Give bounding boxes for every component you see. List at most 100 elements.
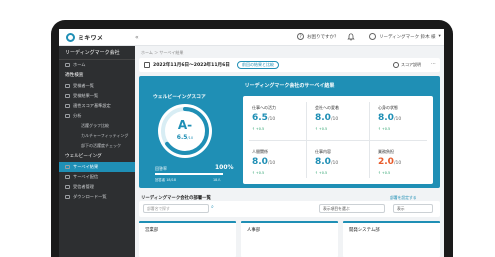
compare-button[interactable]: 前回の結果と比較 [237, 61, 279, 69]
calendar-icon [144, 62, 150, 68]
answer-rate-value: 100% [215, 164, 234, 171]
sidebar-item-label: 受信者管理 [73, 184, 94, 189]
score-card-label: 仕事への活力 [252, 105, 276, 110]
download-icon [65, 195, 70, 199]
score-card-workload[interactable]: 業務負担 2.0/10 ↑ +0.5 [369, 140, 432, 184]
sidebar-item-label: ホーム [73, 62, 86, 67]
score-card-value: 8.0/10 [315, 113, 339, 123]
home-icon [65, 63, 70, 67]
top-bar: ミキワメ « ? お困りですか？ リーディングマーク 鈴木 様 ▾ [59, 29, 444, 46]
department-name: 人事部 [247, 228, 261, 233]
breadcrumb: ホーム ＞ サーベイ結果 [141, 50, 184, 55]
answer-count-label: 回答者 18/18 [155, 178, 177, 182]
department-card[interactable]: 人事部 [241, 221, 338, 257]
help-button[interactable]: ? お困りですか？ [297, 33, 339, 40]
app-screen: ミキワメ « ? お困りですか？ リーディングマーク 鈴木 様 ▾ リーディング… [59, 29, 444, 257]
sidebar: リーディングマーク会社 ホーム 適性検査 受検者一覧 受検結果一覧 適性スコア基… [59, 46, 135, 257]
department-card[interactable]: 営業部 [139, 221, 236, 257]
hero-title: リーディングマーク会社のサーベイ結果 [244, 83, 335, 89]
sidebar-company[interactable]: リーディングマーク会社 [59, 46, 135, 60]
answer-rate-bar [155, 173, 223, 175]
score-card-value: 8.0/10 [252, 157, 276, 167]
sidebar-item-results[interactable]: 受検結果一覧 [59, 91, 135, 101]
sidebar-item-recipients[interactable]: 受信者管理 [59, 182, 135, 192]
sidebar-subitem-culture[interactable]: カルチャーフィッティング [59, 131, 135, 141]
send-icon [65, 175, 70, 179]
sidebar-item-label: ダウンロード一覧 [73, 194, 107, 199]
avatar-icon [369, 33, 376, 40]
sidebar-item-survey-results[interactable]: サーベイ結果 [59, 162, 135, 172]
chevron-down-icon[interactable]: ▾ [206, 62, 208, 67]
grade-value: A- [177, 118, 193, 132]
sidebar-item-survey-send[interactable]: サーベイ配信 [59, 172, 135, 182]
score-card-delta: ↑ +0.5 [252, 127, 265, 131]
score-description-button[interactable]: スコア説明 [393, 62, 421, 68]
help-label: お困りですか？ [307, 34, 339, 40]
sidebar-section-wellbeing: ウェルビーイング [65, 154, 102, 159]
sidebar-item-analysis[interactable]: 分析 [59, 111, 135, 121]
department-columns: 営業部 人事部 開発システム部 [139, 221, 440, 257]
search-icon[interactable]: ⌕ [211, 204, 219, 213]
report-icon [65, 165, 70, 169]
department-card[interactable]: 開発システム部 [343, 221, 440, 257]
more-icon[interactable]: ⋯ [431, 61, 436, 67]
answer-rate-fill [155, 173, 223, 175]
logo-mark-icon [66, 33, 75, 42]
sidebar-item-home[interactable]: ホーム [59, 60, 135, 70]
score-card-vitality[interactable]: 仕事への活力 6.5/10 ↑ +0.5 [243, 96, 306, 140]
score-cards: 仕事への活力 6.5/10 ↑ +0.5 会社への愛着 8.0/10 ↑ +0.… [243, 96, 433, 184]
overall-score: 6.5/10 [157, 134, 213, 141]
main-content: ホーム ＞ サーベイ結果 2022年11月6日～2022年11月6日 ▾ 前回の… [135, 46, 444, 257]
department-filter-bar: 部署名で探す ⌕ 表示項目を選ぶ 表示 [139, 201, 440, 217]
department-name: 開発システム部 [349, 228, 380, 233]
app-logo[interactable]: ミキワメ [66, 33, 103, 42]
score-card-delta: ↑ +0.5 [252, 171, 265, 175]
sidebar-subitem-subordinate[interactable]: 部下の活躍度チェック [59, 141, 135, 151]
score-card-delta: ↑ +0.5 [378, 127, 391, 131]
collapse-sidebar-icon[interactable]: « [135, 34, 139, 41]
answer-rate-label: 回答率 [155, 166, 167, 171]
overall-score-unit: /10 [187, 136, 194, 140]
score-card-value: 6.5/10 [252, 113, 276, 123]
overall-score-value: 6.5 [176, 134, 188, 141]
score-card-value: 8.0/10 [378, 113, 402, 123]
users-icon [65, 185, 70, 189]
wellbeing-score-label: ウェルビーイングスコア [153, 95, 206, 100]
score-card-attachment[interactable]: 会社への愛着 8.0/10 ↑ +0.5 [306, 96, 369, 140]
score-card-relationships[interactable]: 人間関係 8.0/10 ↑ +0.5 [243, 140, 306, 184]
score-card-delta: ↑ +0.5 [315, 171, 328, 175]
filter-bar: 2022年11月6日～2022年11月6日 ▾ 前回の結果と比較 スコア説明 ⋯ [139, 58, 440, 72]
score-card-label: 会社への愛着 [315, 105, 339, 110]
bell-icon[interactable] [347, 33, 355, 41]
score-card-delta: ↑ +0.5 [315, 127, 328, 131]
score-card-label: 心身の状態 [378, 105, 398, 110]
logo-text: ミキワメ [78, 35, 104, 42]
score-card-value: 8.0/10 [315, 157, 339, 167]
survey-result-panel: リーディングマーク会社のサーベイ結果 ウェルビーイングスコア A- 6.5/10… [139, 76, 440, 188]
chart-icon [65, 114, 70, 118]
score-card-label: 仕事内容 [315, 149, 331, 154]
chevron-down-icon: ▾ [438, 34, 441, 39]
question-icon: ? [297, 33, 304, 40]
display-select[interactable]: 表示 [393, 204, 433, 213]
sidebar-item-examinees[interactable]: 受検者一覧 [59, 81, 135, 91]
user-name: リーディングマーク 鈴木 様 [379, 34, 436, 40]
score-card-label: 業務負担 [378, 149, 394, 154]
department-search-input[interactable]: 部署名で探す [143, 204, 209, 213]
score-description-label: スコア説明 [401, 62, 421, 67]
sidebar-item-label: サーベイ配信 [73, 174, 99, 179]
score-card-work-content[interactable]: 仕事内容 8.0/10 ↑ +0.5 [306, 140, 369, 184]
sidebar-item-score-settings[interactable]: 適性スコア基準設定 [59, 101, 135, 111]
period-select[interactable]: 2022年11月6日～2022年11月6日 [153, 62, 230, 68]
sidebar-item-downloads[interactable]: ダウンロード一覧 [59, 192, 135, 202]
settings-icon [65, 104, 70, 108]
sidebar-subitem-graph[interactable]: 活躍グラフ比較 [59, 121, 135, 131]
display-items-select[interactable]: 表示項目を選ぶ [319, 204, 385, 213]
user-menu[interactable]: リーディングマーク 鈴木 様 ▾ [369, 33, 441, 40]
score-card-delta: ↑ +0.5 [378, 171, 391, 175]
score-card-health[interactable]: 心身の状態 8.0/10 ↑ +0.5 [369, 96, 432, 140]
sidebar-item-label: 分析 [73, 113, 82, 118]
sidebar-item-label: 受検結果一覧 [73, 93, 99, 98]
score-card-value: 2.0/10 [378, 157, 402, 167]
sidebar-item-label: 適性スコア基準設定 [73, 103, 111, 108]
